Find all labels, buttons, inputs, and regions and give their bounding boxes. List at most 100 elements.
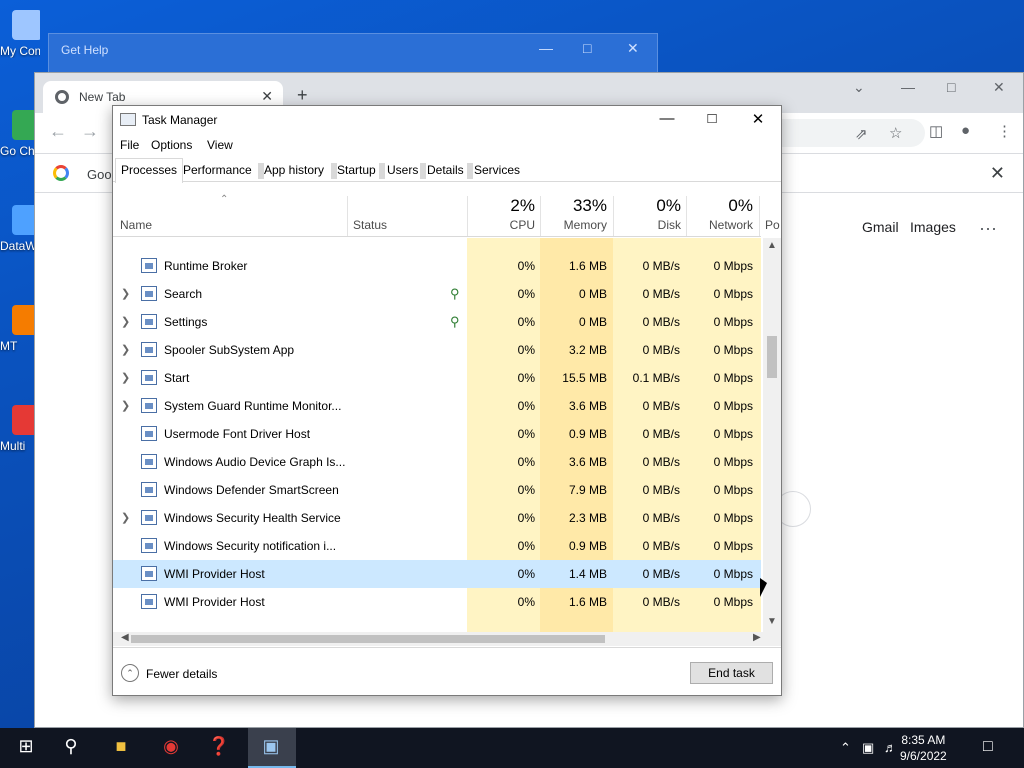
clock[interactable]: 8:35 AM 9/6/2022 — [900, 732, 947, 764]
process-name: WMI Provider Host — [164, 567, 265, 581]
infobar-close-icon[interactable]: ✕ — [990, 163, 1005, 184]
menu-file[interactable]: File — [120, 138, 139, 152]
close-icon[interactable]: ✕ — [743, 110, 773, 128]
scroll-left-icon[interactable]: ◀ — [121, 632, 129, 643]
table-row[interactable]: ❯ Settings ⚲ 0% 0 MB 0 MB/s 0 Mbps — [113, 308, 761, 336]
menu-kebab-icon[interactable]: ⋮ — [997, 122, 1012, 140]
new-tab-icon[interactable]: + — [297, 85, 308, 106]
memory-value: 1.6 MB — [568, 595, 607, 609]
share-icon[interactable]: ⇗ — [855, 125, 868, 143]
task-manager-window[interactable]: Task Manager — □ ✕ File Options View Pro… — [112, 105, 782, 696]
minimize-icon[interactable]: — — [652, 110, 682, 127]
volume-icon[interactable]: ♬ — [884, 740, 897, 755]
menu-view[interactable]: View — [207, 138, 233, 152]
expand-chevron-icon[interactable]: ❯ — [121, 371, 130, 384]
column-power[interactable]: Po — [765, 218, 785, 232]
process-list[interactable]: Runtime Broker 0% 1.6 MB 0 MB/s 0 Mbps ❯ Searc… — [113, 238, 761, 632]
minimize-icon[interactable]: — — [901, 79, 915, 95]
scroll-right-icon[interactable]: ▶ — [753, 632, 761, 643]
scroll-thumb[interactable] — [131, 635, 605, 643]
table-row[interactable]: Usermode Font Driver Host 0% 0.9 MB 0 MB/s 0… — [113, 420, 761, 448]
table-row[interactable]: ❯ System Guard Runtime Monitor... 0% 3.6 MB… — [113, 392, 761, 420]
tab-services[interactable]: Services — [471, 163, 523, 177]
expand-chevron-icon[interactable]: ❯ — [121, 399, 130, 412]
minimize-icon[interactable]: — — [539, 40, 553, 56]
process-name: Start — [164, 371, 190, 385]
table-row[interactable]: Windows Security notification i... 0% 0.9 … — [113, 532, 761, 560]
scroll-up-icon[interactable]: ▲ — [767, 240, 777, 251]
cpu-value: 0% — [517, 371, 535, 385]
expand-chevron-icon[interactable]: ❯ — [121, 511, 130, 524]
table-row[interactable]: Windows Audio Device Graph Is... 0% 3.6 MB… — [113, 448, 761, 476]
expand-chevron-icon[interactable]: ❯ — [121, 315, 130, 328]
task-manager-titlebar[interactable]: Task Manager — □ ✕ — [113, 106, 781, 134]
search-icon[interactable]: ⚲ — [58, 736, 84, 760]
column-memory[interactable]: Memory — [543, 218, 607, 232]
expand-chevron-icon[interactable]: ❯ — [121, 343, 130, 356]
scroll-down-icon[interactable]: ▼ — [767, 616, 777, 627]
column-divider — [467, 196, 468, 236]
tab-performance[interactable]: Performance — [180, 163, 255, 177]
end-task-button[interactable]: End task — [690, 662, 773, 684]
tab-users[interactable]: Users — [384, 163, 421, 177]
table-row[interactable]: WMI Provider Host 0% 1.4 MB 0 MB/s 0 Mbps — [113, 560, 761, 588]
tab-app-history[interactable]: App history — [261, 163, 327, 177]
memory-value: 3.6 MB — [568, 455, 607, 469]
clock-date: 9/6/2022 — [900, 749, 947, 763]
profile-icon[interactable]: ● — [961, 122, 970, 139]
tab-startup[interactable]: Startup — [334, 163, 379, 177]
table-row[interactable]: ❯ Search ⚲ 0% 0 MB 0 MB/s 0 Mbps — [113, 280, 761, 308]
column-divider — [759, 196, 760, 236]
close-icon[interactable]: ✕ — [993, 79, 1005, 96]
column-cpu[interactable]: CPU — [473, 218, 535, 232]
tab-details[interactable]: Details — [424, 163, 467, 177]
maximize-icon[interactable]: □ — [697, 110, 727, 127]
infobar-text: Goo — [87, 167, 112, 182]
get-help-window[interactable]: Get Help — □ ✕ — [48, 33, 658, 73]
chevron-up-icon[interactable]: ⌃ — [840, 740, 851, 756]
images-link[interactable]: Images — [910, 219, 956, 235]
column-name[interactable]: Name — [120, 218, 152, 232]
maximize-icon[interactable]: □ — [583, 40, 591, 56]
column-network[interactable]: Network — [691, 218, 753, 232]
table-row[interactable] — [113, 238, 761, 252]
table-row[interactable]: ❯ Windows Security Health Service 0% 2.3 MB… — [113, 504, 761, 532]
forward-icon[interactable]: → — [81, 121, 99, 142]
desktop-icon[interactable]: My Com — [0, 10, 40, 58]
horizontal-scrollbar[interactable]: ◀ ▶ — [113, 632, 781, 646]
side-panel-icon[interactable]: ◫ — [929, 122, 943, 140]
tab-search-icon[interactable]: ⌄ — [853, 79, 865, 96]
maximize-icon[interactable]: □ — [947, 79, 955, 95]
column-status[interactable]: Status — [353, 218, 387, 232]
vertical-scrollbar[interactable]: ▲ ▼ — [763, 238, 781, 632]
desktop-icon-label: My Com — [0, 44, 40, 58]
close-icon[interactable]: ✕ — [627, 40, 639, 57]
table-row[interactable]: ❯ Start 0% 15.5 MB 0.1 MB/s 0 Mbps — [113, 364, 761, 392]
gmail-link[interactable]: Gmail — [862, 219, 899, 235]
table-row[interactable]: ❯ Spooler SubSystem App 0% 3.2 MB 0 MB/s 0 Mb… — [113, 336, 761, 364]
tab-processes[interactable]: Processes — [115, 158, 184, 183]
disk-value: 0 MB/s — [642, 539, 680, 553]
table-row[interactable]: WMI Provider Host 0% 1.6 MB 0 MB/s 0 Mbps — [113, 588, 761, 616]
fewer-details-button[interactable]: Fewer details — [146, 667, 217, 681]
column-disk[interactable]: Disk — [619, 218, 681, 232]
network-value: 0 Mbps — [713, 595, 753, 609]
footer: ⌃ Fewer details End task — [113, 647, 781, 695]
network-icon[interactable]: ▣ — [862, 740, 874, 756]
google-apps-icon[interactable]: ⋯ — [979, 219, 997, 240]
back-icon[interactable]: ← — [49, 121, 67, 142]
file-explorer-icon[interactable]: ■ — [108, 736, 134, 760]
scroll-thumb[interactable] — [767, 336, 777, 378]
chrome-taskbar-icon[interactable]: ◉ — [158, 736, 184, 760]
get-help-taskbar-icon[interactable]: ❓ — [206, 736, 232, 760]
chevron-up-icon[interactable]: ⌃ — [121, 664, 139, 682]
menu-options[interactable]: Options — [151, 138, 192, 152]
tab-close-icon[interactable]: ✕ — [261, 88, 273, 105]
expand-chevron-icon[interactable]: ❯ — [121, 287, 130, 300]
windows-start-icon[interactable]: ⊞ — [13, 736, 39, 760]
table-row[interactable]: Runtime Broker 0% 1.6 MB 0 MB/s 0 Mbps — [113, 252, 761, 280]
bookmark-star-icon[interactable]: ☆ — [889, 124, 902, 142]
table-row[interactable]: Windows Defender SmartScreen 0% 7.9 MB 0 MB… — [113, 476, 761, 504]
notifications-icon[interactable]: □ — [983, 738, 993, 756]
process-name: System Guard Runtime Monitor... — [164, 399, 342, 413]
